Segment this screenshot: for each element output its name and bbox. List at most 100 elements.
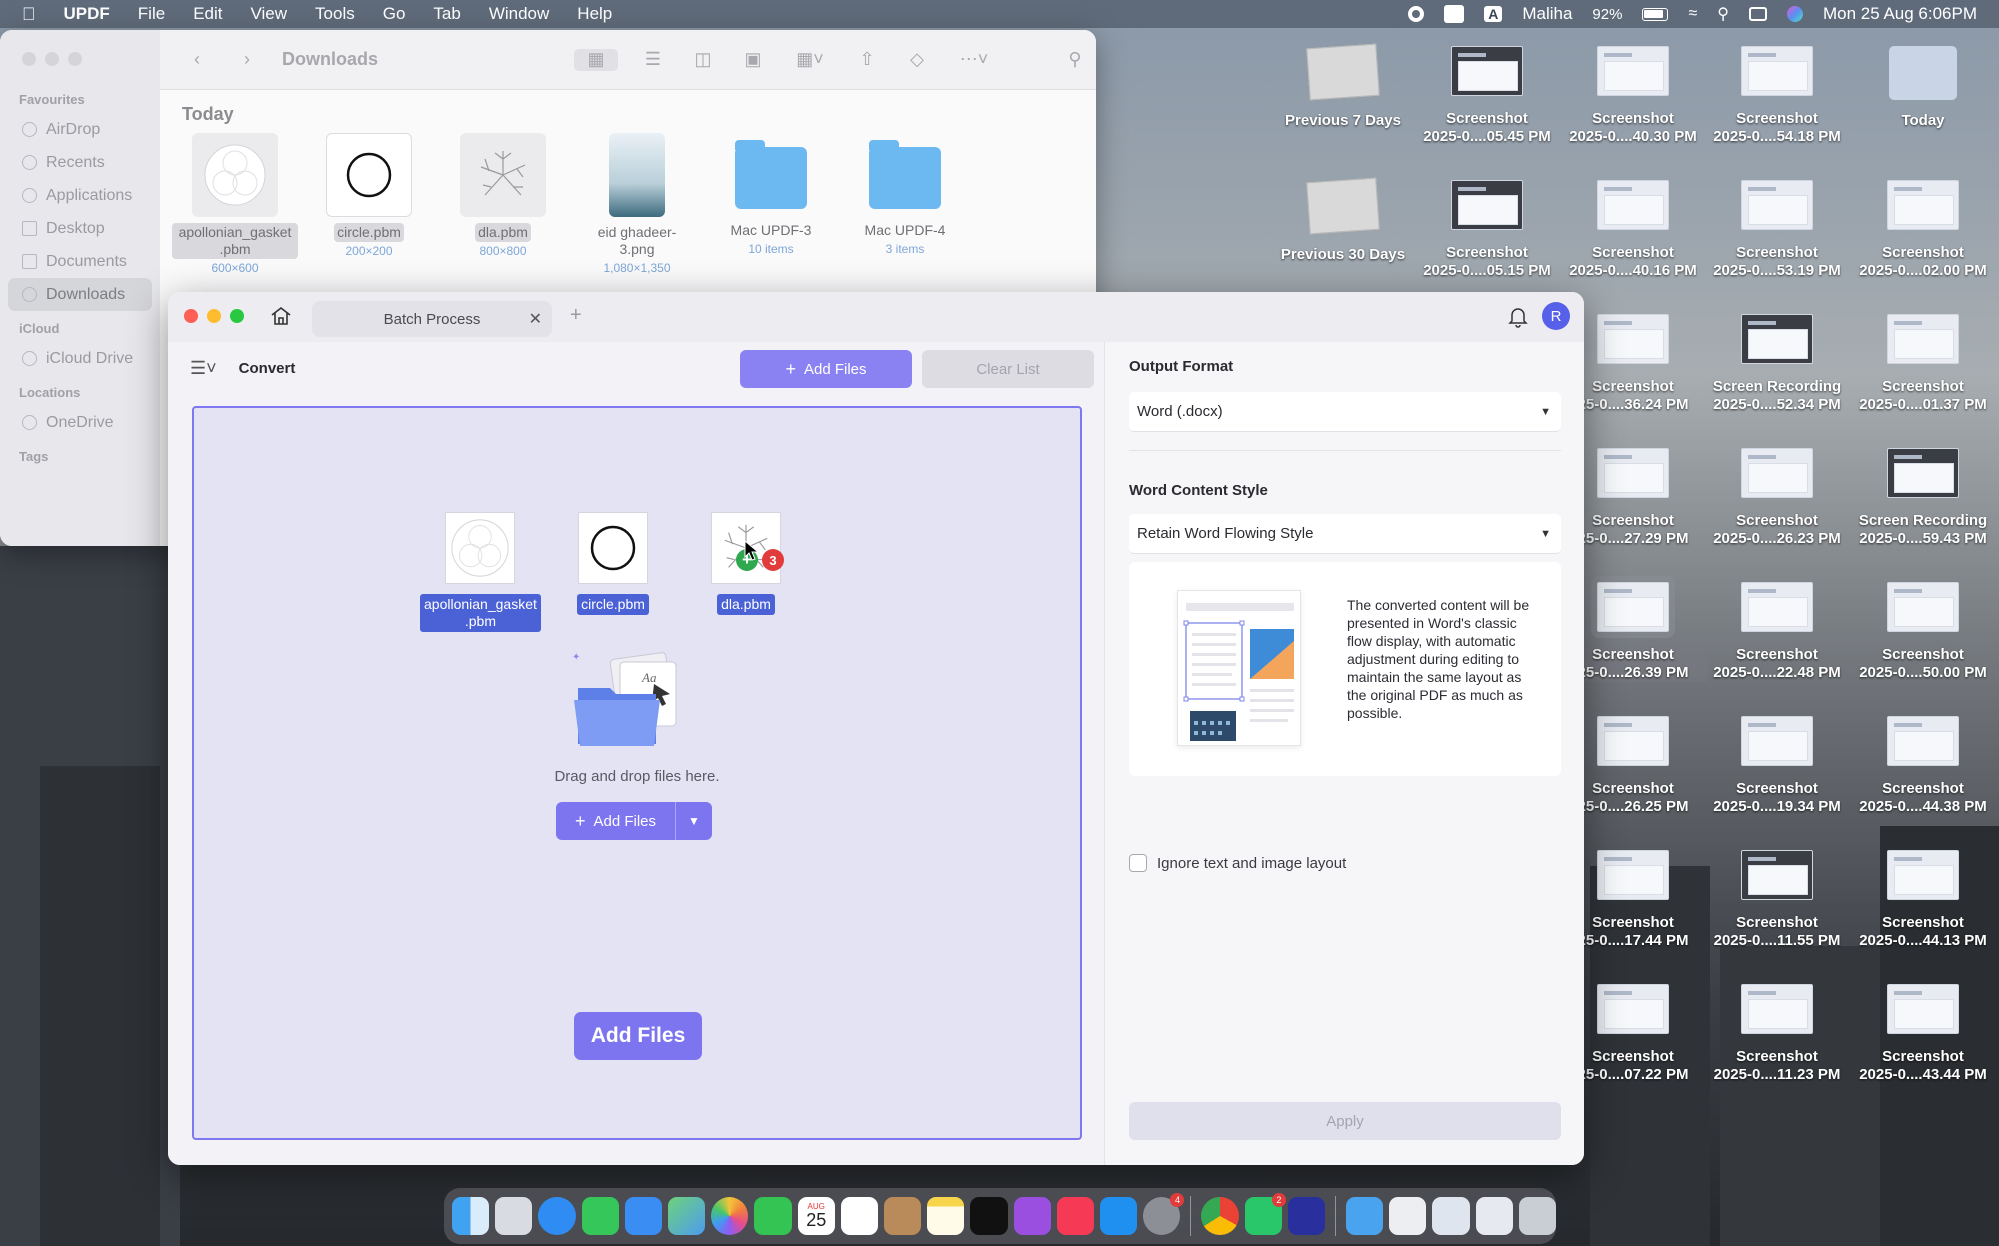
podcasts-icon[interactable] [1013, 1197, 1051, 1235]
folder-item[interactable]: Mac UPDF-4 3 items [838, 133, 972, 275]
file-item[interactable]: dla.pbm 800×800 [436, 133, 570, 275]
menu-app-name[interactable]: UPDF [64, 4, 110, 24]
desktop-file-item[interactable]: Screenshot 2025-0....53.19 PM [1702, 180, 1852, 280]
avatar[interactable]: R [1542, 302, 1570, 330]
sidebar-item-icloud-drive[interactable]: iCloud Drive [0, 342, 160, 375]
menu-file[interactable]: File [138, 4, 165, 24]
close-button[interactable] [184, 309, 198, 323]
sidebar-item-applications[interactable]: Applications [0, 179, 160, 212]
recent-file-icon[interactable] [1432, 1197, 1470, 1235]
tab-batch-process[interactable]: Batch Process ✕ [312, 301, 552, 337]
add-files-button[interactable]: + Add Files [740, 350, 912, 388]
desktop-file-item[interactable]: Screenshot 2025-0....40.30 PM [1558, 46, 1708, 146]
ignore-layout-checkbox[interactable] [1129, 854, 1147, 872]
notes-icon[interactable] [927, 1197, 965, 1235]
desktop-stack-item[interactable]: Previous 30 Days [1268, 177, 1418, 264]
file-item[interactable]: eid ghadeer-3.png 1,080×1,350 [570, 133, 704, 275]
minimize-button[interactable] [207, 309, 221, 323]
sidebar-item-downloads[interactable]: Downloads [8, 278, 152, 311]
recent-file-icon[interactable] [1389, 1197, 1427, 1235]
music-icon[interactable] [1056, 1197, 1095, 1235]
desktop-recording-item[interactable]: Screen Recording 2025-0....52.34 PM [1702, 314, 1852, 414]
desktop-file-item[interactable]: Screenshot 2025-0....05.45 PM [1412, 46, 1562, 146]
apple-tv-icon[interactable] [970, 1197, 1008, 1235]
add-files-main[interactable]: + Add Files [556, 802, 676, 840]
desktop-file-item[interactable]: Screenshot 2025-0....02.00 PM [1848, 180, 1998, 280]
maps-icon[interactable] [668, 1197, 706, 1235]
content-style-select[interactable]: Retain Word Flowing Style ▼ [1129, 514, 1561, 554]
updf-status-icon[interactable] [1444, 5, 1465, 23]
finder-icon[interactable] [452, 1197, 490, 1235]
desktop-file-item[interactable]: Screenshot 2025-0....22.48 PM [1702, 582, 1852, 682]
desktop-folder-item[interactable]: Today [1848, 46, 1998, 130]
mail-icon[interactable] [624, 1197, 663, 1235]
system-settings-icon[interactable]: 4 [1143, 1193, 1185, 1235]
calendar-icon[interactable]: AUG 25 [797, 1197, 835, 1235]
siri-icon[interactable] [1786, 6, 1803, 22]
recent-file-icon[interactable] [1475, 1197, 1513, 1235]
file-item[interactable]: circle.pbm 200×200 [302, 133, 436, 275]
desktop-recording-item[interactable]: Screen Recording 2025-0....59.43 PM [1848, 448, 1998, 548]
menu-icon[interactable]: ☰˅ [190, 358, 217, 379]
desktop-file-item[interactable]: Screenshot 2025-0....26.23 PM [1702, 448, 1852, 548]
apply-button[interactable]: Apply [1129, 1102, 1561, 1140]
input-source-icon[interactable]: A [1484, 6, 1503, 22]
clear-list-button[interactable]: Clear List [922, 350, 1094, 388]
desktop-file-item[interactable]: Screenshot 2025-0....44.38 PM [1848, 716, 1998, 816]
dropzone-add-files-button[interactable]: + Add Files ▼ [556, 802, 712, 840]
menu-view[interactable]: View [250, 4, 287, 24]
back-icon[interactable]: ‹ [182, 49, 212, 71]
desktop-file-item[interactable]: Screenshot 2025-0....40.16 PM [1558, 180, 1708, 280]
column-view-icon[interactable]: ◫ [688, 49, 718, 71]
apple-menu-icon[interactable]:  [22, 4, 36, 25]
desktop-file-item[interactable]: Screenshot 2025-0....05.15 PM [1412, 180, 1562, 280]
menu-go[interactable]: Go [383, 4, 406, 24]
safari-icon[interactable] [538, 1197, 576, 1235]
sidebar-item-onedrive[interactable]: OneDrive [0, 406, 160, 439]
list-view-icon[interactable]: ☰ [638, 49, 668, 71]
group-icon[interactable]: ▦˅ [788, 49, 832, 71]
chrome-icon[interactable] [1201, 1197, 1239, 1235]
launchpad-icon[interactable] [495, 1197, 533, 1235]
folder-item[interactable]: Mac UPDF-3 10 items [704, 133, 838, 275]
desktop-file-item[interactable]: Screenshot 2025-0....19.34 PM [1702, 716, 1852, 816]
close-button[interactable] [22, 52, 36, 66]
desktop-file-item[interactable]: Screenshot 2025-0....54.18 PM [1702, 46, 1852, 146]
drop-zone[interactable]: apollonian_gasket .pbm circle.pbm + 3 dl… [192, 406, 1082, 1140]
dropdown-caret-icon[interactable]: ▼ [676, 814, 712, 828]
minimize-button[interactable] [45, 52, 59, 66]
updf-icon[interactable] [1287, 1197, 1326, 1235]
contacts-icon[interactable] [884, 1197, 922, 1235]
tag-icon[interactable]: ◇ [902, 49, 932, 71]
zoom-button[interactable] [68, 52, 82, 66]
menu-help[interactable]: Help [577, 4, 612, 24]
downloads-stack-icon[interactable] [1346, 1197, 1384, 1235]
wifi-icon[interactable]: ≈ [1688, 5, 1697, 23]
menu-user-name[interactable]: Maliha [1522, 4, 1572, 24]
menu-tools[interactable]: Tools [315, 4, 355, 24]
photos-icon[interactable] [711, 1197, 749, 1235]
desktop-file-item[interactable]: Screenshot 2025-0....11.55 PM [1702, 850, 1852, 950]
more-icon[interactable]: ⋯˅ [952, 49, 996, 71]
desktop-file-item[interactable]: Screenshot 2025-0....11.23 PM [1702, 984, 1852, 1084]
share-icon[interactable]: ⇧ [852, 49, 882, 71]
output-format-select[interactable]: Word (.docx) ▼ [1129, 392, 1561, 432]
battery-icon[interactable] [1642, 7, 1669, 21]
whatsapp-icon[interactable]: 2 [1244, 1193, 1286, 1235]
desktop-stack-item[interactable]: Previous 7 Days [1268, 43, 1418, 130]
spotlight-icon[interactable]: ⚲ [1717, 4, 1729, 24]
screen-record-icon[interactable] [1408, 6, 1425, 22]
sidebar-item-desktop[interactable]: Desktop [0, 212, 160, 245]
batch-mode-selector[interactable]: ☰˅ Convert [190, 358, 295, 379]
icon-view-icon[interactable]: ▦ [574, 48, 618, 71]
home-icon[interactable] [270, 306, 292, 326]
desktop-file-item[interactable]: Screenshot 2025-0....50.00 PM [1848, 582, 1998, 682]
reminders-icon[interactable] [840, 1197, 879, 1235]
gallery-view-icon[interactable]: ▣ [738, 49, 768, 71]
file-item[interactable]: apollonian_gasket .pbm 600×600 [168, 133, 302, 275]
desktop-file-item[interactable]: Screenshot 2025-0....43.44 PM [1848, 984, 1998, 1084]
facetime-icon[interactable] [754, 1197, 792, 1235]
trash-icon[interactable] [1518, 1197, 1557, 1235]
search-icon[interactable]: ⚲ [1060, 49, 1090, 71]
app-store-icon[interactable] [1100, 1197, 1138, 1235]
